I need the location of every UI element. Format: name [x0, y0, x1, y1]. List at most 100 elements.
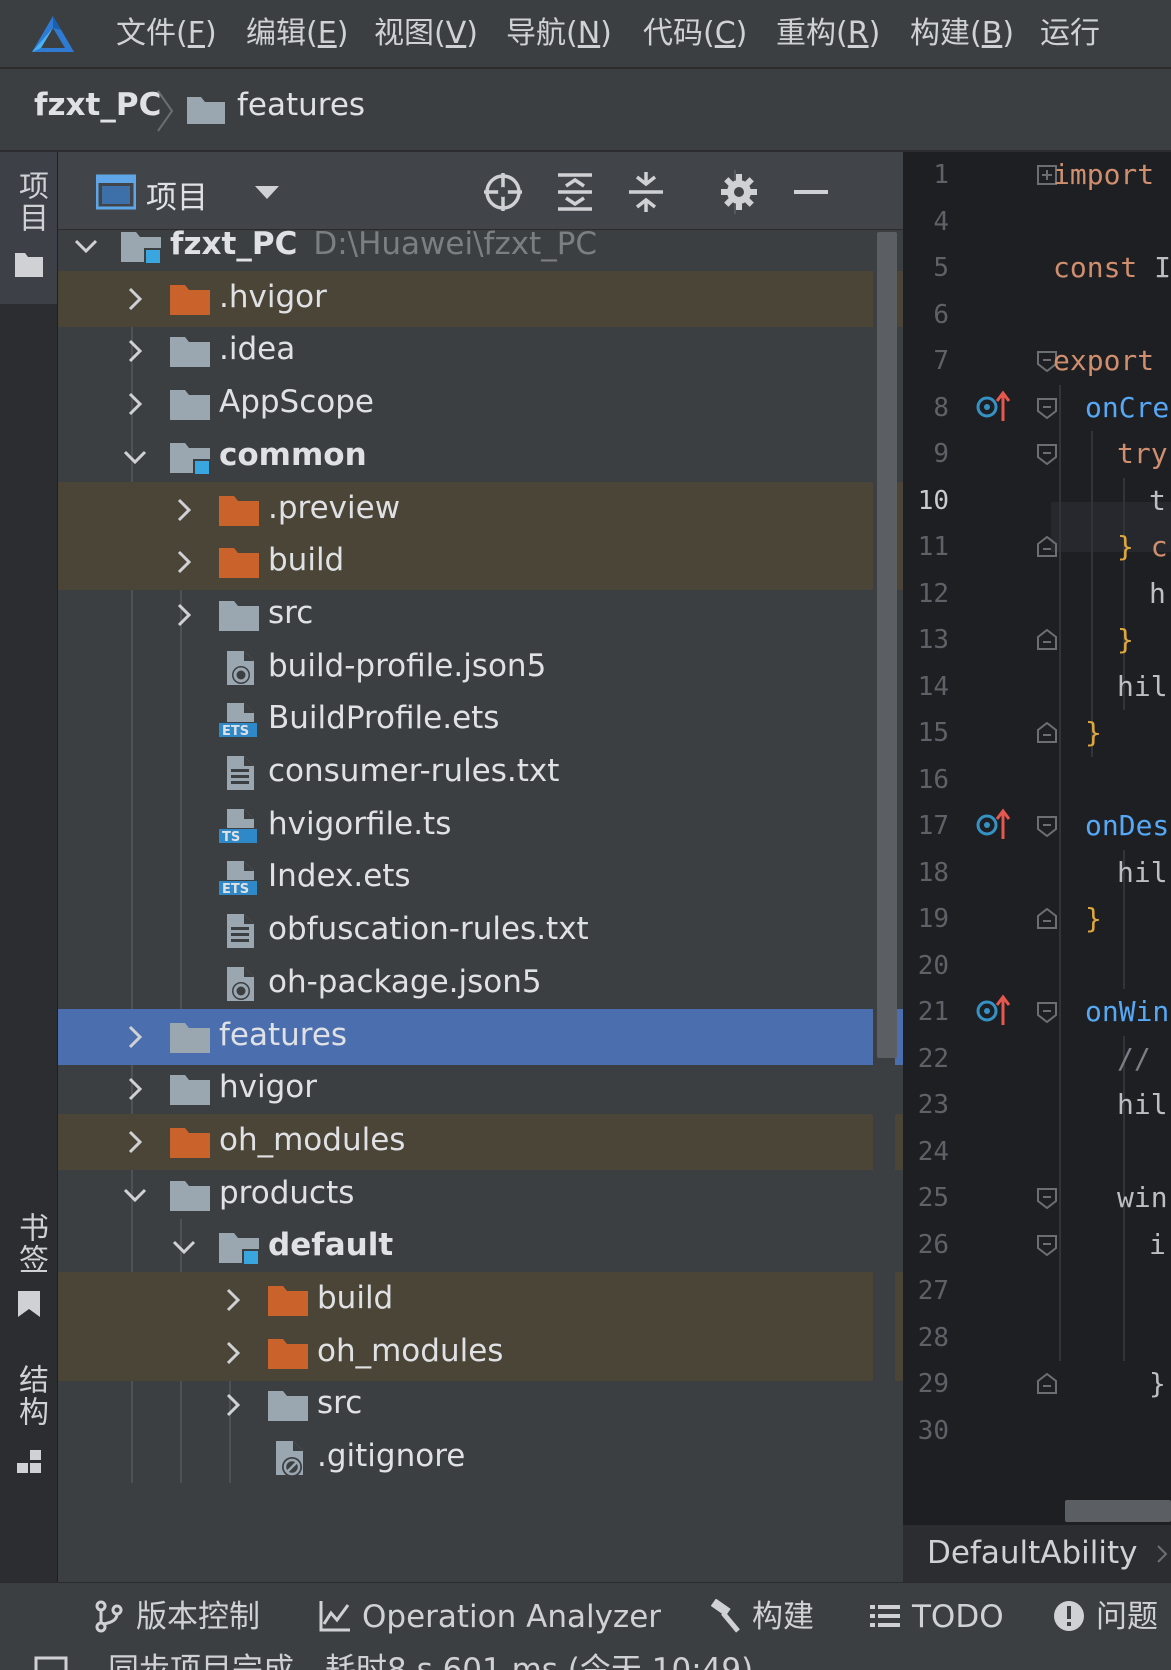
- tree-row[interactable]: TS hvigorfile.ts: [58, 798, 903, 854]
- line-number: 8: [933, 392, 949, 423]
- hammer-icon: [710, 1598, 740, 1633]
- menu-e[interactable]: 编辑(E): [246, 14, 348, 54]
- tree-item-label: .hvigor: [219, 279, 327, 315]
- chevron-down-icon[interactable]: [72, 232, 100, 260]
- chevron-right-icon[interactable]: [219, 1339, 247, 1367]
- module-folder-icon: [219, 1233, 259, 1266]
- folder-icon: [170, 390, 210, 421]
- chevron-right-icon[interactable]: [121, 1075, 149, 1103]
- version-control-button[interactable]: 版本控制: [92, 1597, 260, 1637]
- bookmarks-tool-button[interactable]: 书签: [0, 1212, 57, 1362]
- status-message: 同步项目完成，耗时8 s 601 ms (今天 10:49): [108, 1652, 754, 1670]
- tree-row[interactable]: common: [58, 429, 903, 485]
- project-tool-button[interactable]: 项目: [0, 152, 57, 304]
- tree-row[interactable]: build-profile.json5: [58, 640, 903, 696]
- chevron-right-icon[interactable]: [170, 496, 198, 524]
- chevron-right-icon[interactable]: [121, 1128, 149, 1156]
- tree-row[interactable]: AppScope: [58, 376, 903, 432]
- chevron-right-icon[interactable]: [170, 548, 198, 576]
- collapse-all-icon[interactable]: [625, 171, 667, 213]
- breadcrumb-root[interactable]: fzxt_PC: [34, 87, 161, 123]
- chevron-down-icon[interactable]: [121, 443, 149, 471]
- menu-bar: 文件(F) 编辑(E) 视图(V) 导航(N) 代码(C) 重构(R) 构建(B) 运行: [0, 0, 1171, 68]
- tree-row[interactable]: .hvigor: [58, 270, 903, 327]
- line-number: 19: [917, 904, 949, 934]
- svg-text:TS: TS: [222, 830, 240, 844]
- line-number: 22: [917, 1043, 949, 1074]
- editor-breadcrumb-class[interactable]: DefaultAbility: [927, 1535, 1138, 1571]
- tree-row[interactable]: src: [58, 587, 903, 643]
- tree-item-name: features: [219, 1016, 348, 1053]
- chevron-right-icon[interactable]: [121, 390, 149, 418]
- chevron-right-icon[interactable]: [219, 1286, 247, 1314]
- tree-item-name: common: [219, 436, 367, 473]
- tree-item-label: AppScope: [219, 384, 374, 420]
- code-editor[interactable]: 1 4 5 6 7 8 9 10 11 12 13 14 15 16 17 18 19 20 21 22 23 24 25 2…: [903, 152, 1171, 1524]
- tree-scrollbar-thumb[interactable]: [877, 232, 897, 1058]
- tree-row[interactable]: build: [58, 534, 903, 591]
- menu-run[interactable]: 运行: [1040, 14, 1100, 54]
- menu-b[interactable]: 构建(B): [910, 14, 1014, 54]
- tree-row[interactable]: products: [58, 1167, 903, 1223]
- tree-row[interactable]: ETS BuildProfile.ets: [58, 692, 903, 748]
- menu-v[interactable]: 视图(V): [374, 14, 478, 54]
- folder-icon: [268, 1391, 308, 1422]
- operation-analyzer-button[interactable]: Operation Analyzer: [318, 1597, 661, 1637]
- locate-icon[interactable]: [482, 171, 524, 213]
- chevron-right-icon[interactable]: [121, 1023, 149, 1051]
- tree-row[interactable]: .idea: [58, 323, 903, 379]
- chevron-right-icon[interactable]: [170, 601, 198, 629]
- breadcrumb-features[interactable]: features: [237, 87, 365, 123]
- chevron-right-icon[interactable]: [219, 1391, 247, 1419]
- chevron-down-icon[interactable]: [121, 1181, 149, 1209]
- folder-icon: [170, 1075, 210, 1106]
- tree-row[interactable]: oh_modules: [58, 1113, 903, 1170]
- tree-row[interactable]: build: [58, 1272, 903, 1328]
- chevron-down-icon[interactable]: [252, 182, 282, 202]
- tree-row[interactable]: .preview: [58, 481, 903, 538]
- chevron-right-icon[interactable]: [121, 285, 149, 313]
- structure-tool-button[interactable]: 结构: [0, 1364, 57, 1514]
- tree-item-label: src: [268, 595, 313, 631]
- line-number: 25: [917, 1183, 949, 1213]
- minimize-icon[interactable]: [790, 171, 832, 213]
- status-panel-icon[interactable]: [34, 1656, 68, 1670]
- tree-row[interactable]: hvigor: [58, 1061, 903, 1117]
- expand-all-icon[interactable]: [554, 171, 596, 213]
- gear-icon[interactable]: [718, 171, 760, 213]
- menu-f[interactable]: 文件(F): [116, 14, 217, 54]
- line-number: 1: [933, 160, 949, 190]
- code-line: h: [1149, 576, 1166, 610]
- todo-button[interactable]: TODO: [868, 1597, 1004, 1637]
- menu-r[interactable]: 重构(R): [776, 14, 880, 54]
- project-panel-title[interactable]: 项目: [146, 172, 208, 217]
- menu-c[interactable]: 代码(C): [643, 14, 747, 54]
- chevron-down-icon[interactable]: [170, 1233, 198, 1261]
- tree-row[interactable]: obfuscation-rules.txt: [58, 903, 903, 959]
- tree-row[interactable]: src: [58, 1377, 903, 1433]
- menu-n[interactable]: 导航(N): [506, 14, 612, 54]
- editor-code-area[interactable]: import const I export onCre try t} c h} hil} onD…: [1051, 152, 1171, 1524]
- override-method-icon[interactable]: [975, 389, 1011, 423]
- tree-item-label: consumer-rules.txt: [268, 753, 559, 789]
- tree-row[interactable]: ETS Index.ets: [58, 850, 903, 906]
- ts-file-icon: TS: [218, 808, 258, 844]
- tree-item-label: common: [219, 437, 367, 473]
- tree-row[interactable]: consumer-rules.txt: [58, 745, 903, 801]
- tree-row[interactable]: oh-package.json5: [58, 956, 903, 1012]
- problems-button[interactable]: 问题: [1052, 1597, 1158, 1637]
- list-icon: [870, 1604, 900, 1627]
- build-button[interactable]: 构建: [708, 1597, 814, 1637]
- override-method-icon[interactable]: [975, 807, 1011, 841]
- tree-row[interactable]: .gitignore: [58, 1430, 903, 1486]
- line-number: 18: [917, 857, 949, 888]
- tree-item-label: Index.ets: [268, 858, 411, 894]
- tree-row[interactable]: oh_modules: [58, 1324, 903, 1381]
- ets-file-icon: ETS: [218, 861, 258, 897]
- override-method-icon[interactable]: [975, 993, 1011, 1027]
- tree-row[interactable]: fzxt_PC D:\Huawei\fzxt_PC: [58, 230, 903, 274]
- editor-horizontal-scrollbar[interactable]: [1065, 1500, 1171, 1522]
- chevron-right-icon[interactable]: [121, 337, 149, 365]
- tree-row[interactable]: default: [58, 1219, 903, 1275]
- tree-row[interactable]: features: [58, 1008, 903, 1065]
